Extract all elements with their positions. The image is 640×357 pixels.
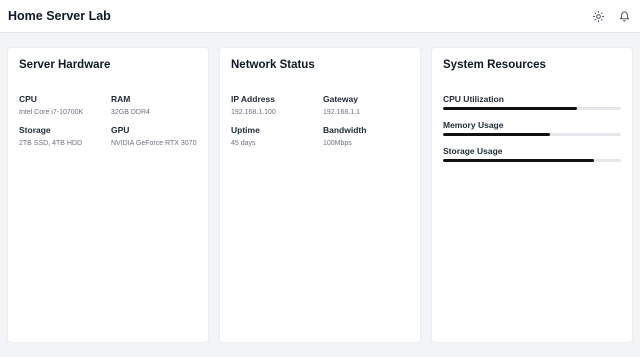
field-storage: Storage 2TB SSD, 4TB HDD bbox=[19, 125, 111, 149]
progress-fill bbox=[443, 133, 550, 136]
resource-list: CPU Utilization Memory Usage Storage Usa… bbox=[443, 94, 621, 172]
network-status-card: Network Status IP Address 192.168.1.100 … bbox=[220, 48, 420, 342]
field-value: 2TB SSD, 4TB HDD bbox=[19, 140, 83, 147]
field-gateway: Gateway 192.168.1.1 bbox=[323, 94, 411, 118]
field-label: GPU bbox=[111, 125, 130, 135]
field-value: 192.168.1.100 bbox=[231, 109, 276, 116]
resource-storage-usage: Storage Usage bbox=[443, 146, 621, 162]
card-title: Server Hardware bbox=[19, 59, 111, 71]
field-gpu: GPU NVIDIA GeForce RTX 3070 bbox=[111, 125, 199, 149]
field-cpu: CPU Intel Core i7-10700K bbox=[19, 94, 111, 118]
field-value: 45 days bbox=[231, 140, 256, 147]
app-header: Home Server Lab bbox=[0, 0, 640, 33]
app-title: Home Server Lab bbox=[8, 9, 111, 23]
field-ip-address: IP Address 192.168.1.100 bbox=[231, 94, 323, 118]
field-value: 192.168.1.1 bbox=[323, 109, 360, 116]
progress-fill bbox=[443, 159, 595, 162]
field-value: NVIDIA GeForce RTX 3070 bbox=[111, 140, 197, 147]
field-ram: RAM 32GB DDR4 bbox=[111, 94, 199, 118]
progress-track bbox=[443, 133, 621, 136]
resource-cpu-utilization: CPU Utilization bbox=[443, 94, 621, 110]
field-label: Storage bbox=[19, 125, 51, 135]
card-title: System Resources bbox=[443, 59, 546, 71]
resource-label: Memory Usage bbox=[443, 120, 504, 130]
hardware-grid: CPU Intel Core i7-10700K RAM 32GB DDR4 S… bbox=[19, 94, 199, 149]
field-bandwidth: Bandwidth 100Mbps bbox=[323, 125, 411, 149]
progress-fill bbox=[443, 107, 577, 110]
header-actions bbox=[590, 8, 632, 24]
field-label: Uptime bbox=[231, 125, 260, 135]
field-label: CPU bbox=[19, 94, 37, 104]
card-title: Network Status bbox=[231, 59, 315, 71]
progress-track bbox=[443, 159, 621, 162]
field-value: Intel Core i7-10700K bbox=[19, 109, 84, 116]
server-hardware-card: Server Hardware CPU Intel Core i7-10700K… bbox=[8, 48, 208, 342]
field-label: RAM bbox=[111, 94, 131, 104]
system-resources-card: System Resources CPU Utilization Memory … bbox=[432, 48, 632, 342]
field-value: 32GB DDR4 bbox=[111, 109, 150, 116]
resource-label: CPU Utilization bbox=[443, 94, 504, 104]
field-value: 100Mbps bbox=[323, 140, 352, 147]
field-label: IP Address bbox=[231, 94, 275, 104]
sun-icon[interactable] bbox=[590, 8, 606, 24]
field-uptime: Uptime 45 days bbox=[231, 125, 323, 149]
resource-memory-usage: Memory Usage bbox=[443, 120, 621, 136]
bell-icon[interactable] bbox=[616, 8, 632, 24]
network-grid: IP Address 192.168.1.100 Gateway 192.168… bbox=[231, 94, 411, 149]
resource-label: Storage Usage bbox=[443, 146, 503, 156]
progress-track bbox=[443, 107, 621, 110]
field-label: Bandwidth bbox=[323, 125, 367, 135]
field-label: Gateway bbox=[323, 94, 358, 104]
